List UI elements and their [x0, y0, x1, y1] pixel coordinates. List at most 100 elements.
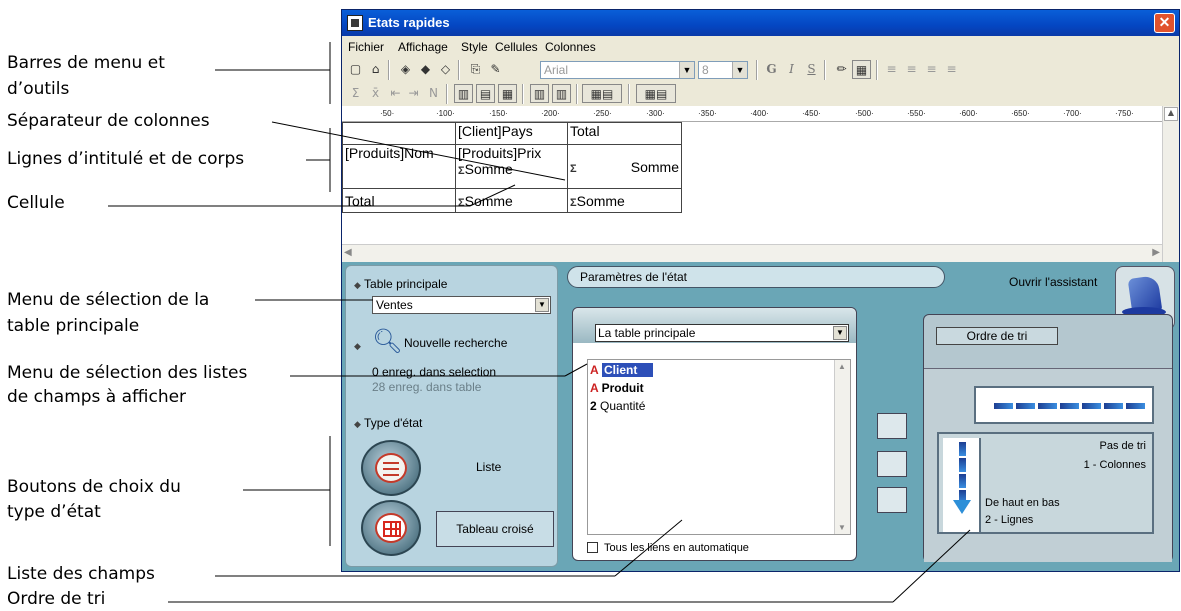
scroll-left-icon[interactable]: ◀	[344, 247, 352, 258]
magnifier-icon[interactable]: 🔍︎	[372, 327, 402, 356]
text-color-icon[interactable]: ✏	[832, 60, 851, 79]
close-button[interactable]: ✕	[1154, 13, 1175, 33]
list-icon	[383, 462, 399, 476]
average-icon[interactable]: x̄	[366, 84, 385, 103]
column-width-icon[interactable]: ▥	[530, 84, 549, 103]
preview-icon[interactable]: ⎘	[466, 60, 485, 79]
cell[interactable]: [Client]Pays	[455, 122, 568, 145]
add-field-button[interactable]	[877, 413, 907, 439]
move-left-icon[interactable]: ⇤	[386, 84, 405, 103]
scroll-up-icon[interactable]: ▲	[1164, 107, 1178, 121]
cell-field: [Produits]Prix	[458, 145, 542, 161]
body-style-icon[interactable]: ▦▤	[636, 84, 676, 103]
field-list[interactable]: A Client A Produit 2 Quantité ▲ ▼	[587, 359, 851, 535]
list-item[interactable]: A Client	[590, 362, 654, 378]
list-item[interactable]: A Produit	[590, 380, 644, 396]
menu-view[interactable]: Affichage	[398, 40, 448, 54]
print-icon[interactable]: ◇	[436, 60, 455, 79]
table-list-select[interactable]: La table principale ▼	[595, 324, 849, 342]
menu-file[interactable]: Fichier	[348, 40, 384, 54]
new-search-button[interactable]: Nouvelle recherche	[404, 336, 507, 350]
text-field-icon: A	[590, 381, 599, 395]
font-size-select[interactable]: 8 ▼	[698, 61, 748, 79]
fill-color-icon[interactable]: ▦	[852, 60, 871, 79]
underline-button[interactable]: S	[802, 60, 821, 79]
scroll-down-icon[interactable]: ▼	[838, 523, 846, 532]
ruler-tick: ·300·	[646, 109, 665, 118]
vertical-scrollbar[interactable]: ▲	[1162, 106, 1179, 262]
cell[interactable]: [Produits]Prix ΣSomme	[455, 144, 568, 189]
report-grid: [Client]Pays Total [Produits]Nom [Produi…	[342, 122, 682, 213]
toolbar-separator	[628, 84, 630, 104]
sort-order-tab[interactable]: Ordre de tri	[936, 327, 1058, 345]
cell[interactable]: ΣSomme	[567, 188, 682, 213]
align-left-icon[interactable]: ≡	[882, 60, 901, 79]
ruler-tick: ·750·	[1115, 109, 1134, 118]
rows-label: 2 - Lignes	[985, 514, 1034, 526]
menu-columns[interactable]: Colonnes	[545, 40, 596, 54]
vertical-sort-indicator[interactable]: Pas de tri 1 - Colonnes De haut en bas 2…	[937, 432, 1154, 534]
new-document-icon[interactable]: ▢	[346, 60, 365, 79]
field-list-scrollbar[interactable]: ▲ ▼	[834, 360, 850, 534]
cell-aggregate: Somme	[464, 161, 513, 177]
column-ruler[interactable]: ·50· ·100· ·150· ·200· ·250· ·300· ·350·…	[342, 106, 1162, 122]
sigma-icon: Σ	[570, 162, 577, 175]
add-all-fields-button[interactable]	[877, 451, 907, 477]
open-folder-icon[interactable]: ⌂	[366, 60, 385, 79]
horizontal-scrollbar[interactable]: ◀ ▶	[342, 244, 1162, 262]
open-wizard-link[interactable]: Ouvrir l'assistant	[1009, 275, 1097, 289]
cross-table-report-button[interactable]	[361, 500, 421, 556]
main-table-select[interactable]: Ventes ▼	[372, 296, 551, 314]
bold-button[interactable]: G	[762, 60, 781, 79]
save-as-icon[interactable]: ◆	[416, 60, 435, 79]
save-icon[interactable]: ◈	[396, 60, 415, 79]
cell[interactable]: ΣSomme	[455, 188, 568, 213]
menu-bar: Fichier Affichage Style Cellules Colonne…	[342, 36, 1179, 56]
list-report-button[interactable]	[361, 440, 421, 496]
total-row: Total ΣSomme ΣSomme	[342, 188, 682, 213]
auto-links-label: Tous les liens en automatique	[604, 542, 749, 554]
sort-order-panel: Ordre de tri Pas de tri 1 - Colonnes De …	[923, 314, 1173, 562]
number-field-icon: 2	[590, 399, 597, 413]
toolbar-separator	[876, 60, 878, 80]
cross-table-label[interactable]: Tableau croisé	[436, 511, 554, 547]
count-icon[interactable]: N	[424, 84, 443, 103]
menu-cells[interactable]: Cellules	[495, 40, 538, 54]
row-height-icon[interactable]: ▥	[552, 84, 571, 103]
title-bar[interactable]: Etats rapides ✕	[342, 10, 1179, 36]
remove-field-button[interactable]	[877, 487, 907, 513]
align-right-icon[interactable]: ≡	[922, 60, 941, 79]
ruler-tick: ·500·	[855, 109, 874, 118]
bullet-icon: ◆	[354, 280, 361, 290]
cell[interactable]	[342, 122, 456, 145]
cell[interactable]: Total	[342, 188, 456, 213]
justify-icon[interactable]: ≡	[942, 60, 961, 79]
scroll-right-icon[interactable]: ▶	[1152, 247, 1160, 258]
body-row: [Produits]Nom [Produits]Prix ΣSomme Σ So…	[342, 144, 682, 189]
move-right-icon[interactable]: ⇥	[404, 84, 423, 103]
cell[interactable]: Total	[567, 122, 682, 145]
scroll-up-icon[interactable]: ▲	[838, 362, 846, 371]
edit-icon[interactable]: ✎	[486, 60, 505, 79]
settings-area: ◆ Table principale Ventes ▼ ◆ 🔍︎ Nouvell…	[342, 262, 1179, 571]
font-name-select[interactable]: Arial ▼	[540, 61, 695, 79]
cell[interactable]: Σ Somme	[567, 144, 682, 189]
insert-column-icon[interactable]: ▥	[454, 84, 473, 103]
menu-style[interactable]: Style	[461, 40, 488, 54]
callout-report-type-buttons-line2: type d’état	[7, 502, 101, 522]
insert-row-icon[interactable]: ▤	[476, 84, 495, 103]
main-table-label-row: ◆ Table principale	[354, 277, 447, 291]
delete-row-icon[interactable]: ▦	[498, 84, 517, 103]
quick-report-window: Etats rapides ✕ Fichier Affichage Style …	[341, 9, 1180, 572]
horizontal-sort-indicator[interactable]	[974, 386, 1154, 424]
field-name: Quantité	[600, 399, 646, 413]
bullet-icon: ◆	[354, 341, 361, 351]
list-item[interactable]: 2 Quantité	[590, 398, 645, 414]
ruler-tick: ·600·	[959, 109, 978, 118]
italic-button[interactable]: I	[782, 60, 801, 79]
auto-links-checkbox[interactable]: Tous les liens en automatique	[587, 542, 749, 554]
align-center-icon[interactable]: ≡	[902, 60, 921, 79]
header-style-icon[interactable]: ▦▤	[582, 84, 622, 103]
cell[interactable]: [Produits]Nom	[342, 144, 456, 189]
sum-icon[interactable]: Σ	[346, 84, 365, 103]
